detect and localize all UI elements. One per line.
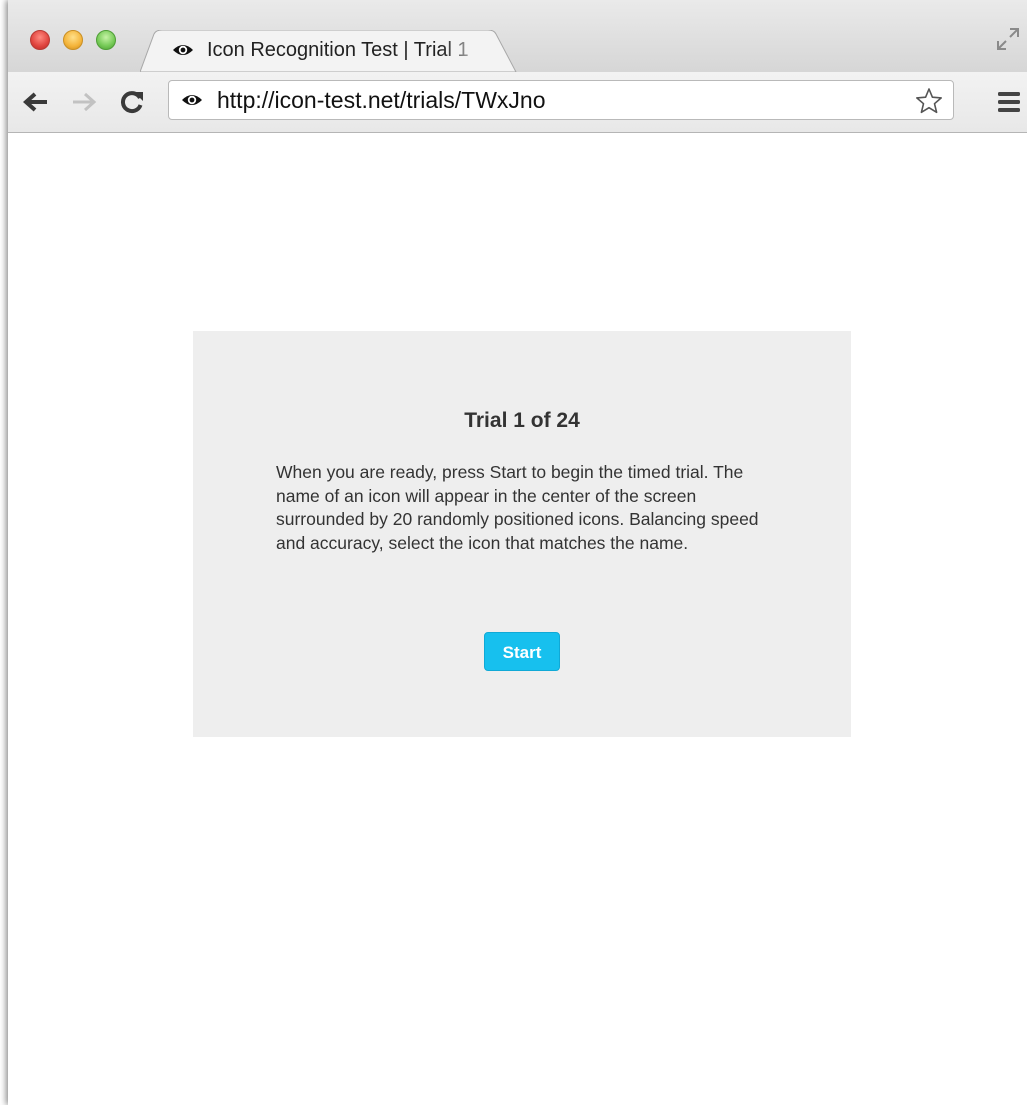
back-arrow-icon[interactable] [20, 86, 52, 118]
trial-heading: Trial 1 of 24 [464, 409, 580, 432]
browser-tab[interactable]: Icon Recognition Test | Trial 1 [140, 30, 520, 72]
zoom-window-button[interactable] [96, 30, 116, 50]
trial-card: Trial 1 of 24 When you are ready, press … [193, 331, 851, 737]
minimize-window-button[interactable] [63, 30, 83, 50]
url-text[interactable]: http://icon-test.net/trials/TWxJno [217, 87, 546, 114]
close-window-button[interactable] [30, 30, 50, 50]
eye-icon [181, 91, 203, 109]
tab-title: Icon Recognition Test | Trial 1 [207, 39, 469, 61]
star-icon[interactable] [915, 87, 943, 115]
forward-arrow-icon[interactable] [68, 86, 100, 118]
reload-icon[interactable] [116, 86, 148, 118]
browser-window: Icon Recognition Test | Trial 1 http://i… [8, 0, 1027, 1105]
menu-icon[interactable] [995, 88, 1023, 116]
fullscreen-expand-icon[interactable] [995, 26, 1021, 52]
trial-instructions: When you are ready, press Start to begin… [276, 462, 759, 553]
eye-icon [172, 41, 194, 59]
tab-strip: Icon Recognition Test | Trial 1 [8, 0, 1027, 72]
page-content: Trial 1 of 24 When you are ready, press … [8, 133, 1027, 1105]
browser-toolbar: http://icon-test.net/trials/TWxJno [8, 72, 1027, 133]
address-bar[interactable]: http://icon-test.net/trials/TWxJno [168, 80, 954, 120]
start-button[interactable]: Start [484, 632, 560, 671]
